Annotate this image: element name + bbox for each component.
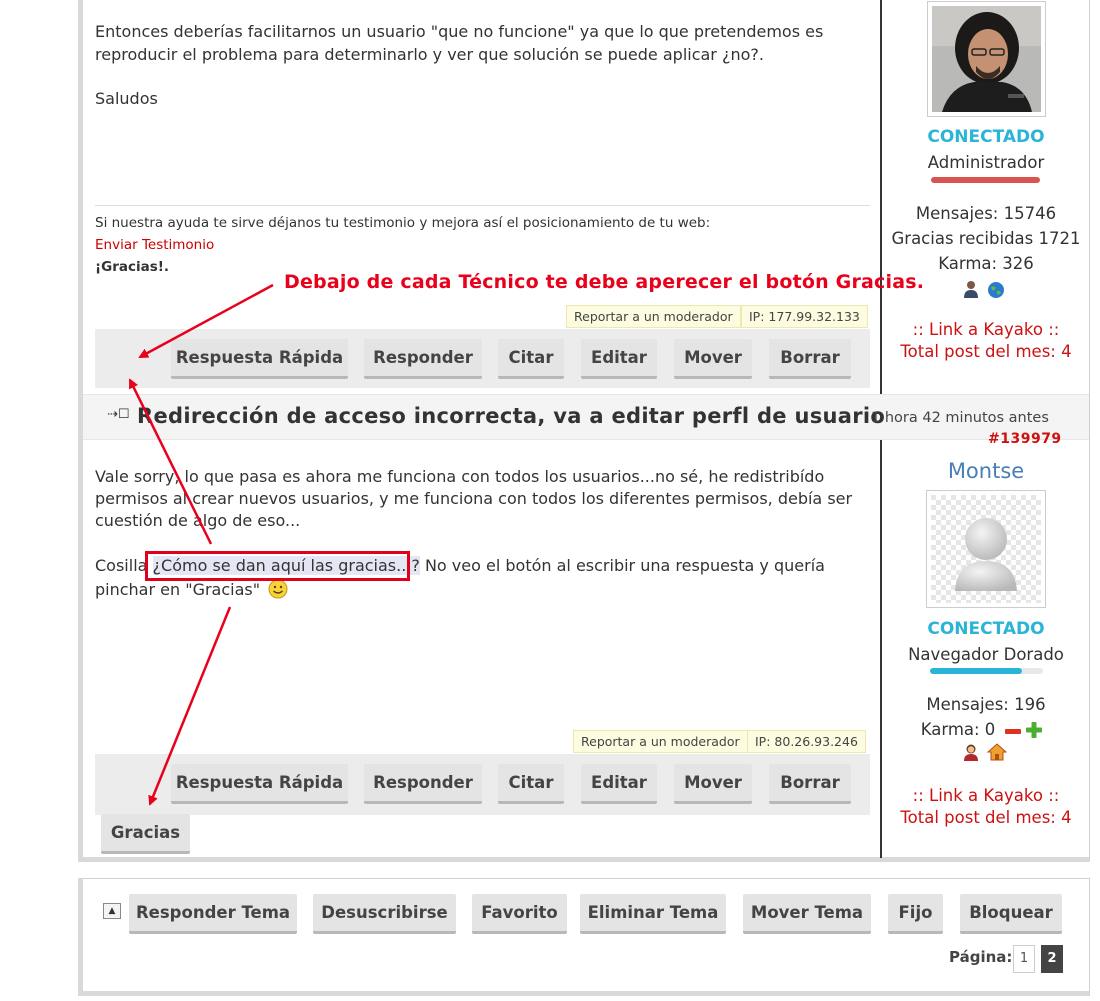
author-rank: Navegador Dorado	[908, 645, 1064, 664]
page-current[interactable]: 2	[1041, 945, 1063, 973]
online-status: CONECTADO	[927, 127, 1045, 147]
sticky-button[interactable]: Fijo	[888, 894, 943, 934]
reply-topic-button[interactable]: Responder Tema	[129, 894, 297, 934]
kayako-link[interactable]: :: Link a Kayako ::	[886, 320, 1086, 339]
post-message-line: Entonces deberías facilitarnos un usuari…	[95, 22, 824, 41]
post-message-line: cuestión de algo de eso...	[95, 511, 301, 530]
quote-button[interactable]: Citar	[498, 764, 564, 804]
karma-plus-icon[interactable]	[1025, 721, 1043, 739]
signature-text: Si nuestra ayuda te sirve déjanos tu tes…	[95, 215, 711, 231]
post-link-icon[interactable]: ⇢☐	[107, 407, 130, 422]
quick-reply-button[interactable]: Respuesta Rápida	[171, 339, 348, 379]
move-button[interactable]: Mover	[674, 339, 752, 379]
post-message-line: pinchar en "Gracias"	[95, 579, 865, 602]
default-avatar-icon	[931, 495, 1041, 603]
delete-topic-button[interactable]: Eliminar Tema	[580, 894, 726, 934]
monthly-posts: Total post del mes: 4	[900, 342, 1072, 361]
signature-thanks: ¡Gracias!.	[95, 259, 170, 275]
post-message-line: permisos al crear nuevos usuarios, y me …	[95, 489, 853, 508]
author-messages: Mensajes: 196	[926, 695, 1046, 714]
globe-icon[interactable]	[987, 281, 1005, 299]
rank-bar	[931, 177, 1040, 183]
edit-button[interactable]: Editar	[581, 339, 657, 379]
author-avatar[interactable]	[927, 1, 1046, 117]
reply-button[interactable]: Responder	[364, 339, 482, 379]
thanks-button[interactable]: Gracias	[101, 814, 190, 854]
author-photo	[932, 6, 1041, 112]
post-subject[interactable]: Redirección de acceso incorrecta, va a e…	[137, 404, 885, 428]
column-divider	[880, 440, 882, 858]
kayako-link[interactable]: :: Link a Kayako ::	[886, 786, 1086, 805]
signature-divider	[95, 205, 870, 206]
pager-label: Página:	[949, 948, 1013, 966]
move-topic-button[interactable]: Mover Tema	[743, 894, 871, 934]
report-moderator-link[interactable]: Reportar a un moderador	[573, 730, 748, 753]
home-icon[interactable]	[987, 743, 1007, 761]
page-link-1[interactable]: 1	[1013, 945, 1035, 973]
karma-minus-icon[interactable]	[1004, 723, 1022, 739]
lock-button[interactable]: Bloquear	[960, 894, 1062, 934]
smiley-icon	[268, 579, 288, 599]
report-moderator-link[interactable]: Reportar a un moderador	[566, 305, 741, 328]
ip-badge: IP: 177.99.32.133	[741, 305, 868, 328]
post-number[interactable]: #139979	[988, 431, 1062, 447]
move-button[interactable]: Mover	[674, 764, 752, 804]
favorite-button[interactable]: Favorito	[472, 894, 567, 934]
post-message-line: Vale sorry, lo que pasa es ahora me func…	[95, 467, 825, 486]
collapse-icon[interactable]: ▲	[103, 903, 121, 919]
post-time: 1 hora 42 minutos antes	[871, 410, 1049, 426]
ip-badge: IP: 80.26.93.246	[747, 730, 866, 753]
unsubscribe-button[interactable]: Desuscribirse	[313, 894, 456, 934]
author-messages: Mensajes: 15746	[915, 204, 1057, 223]
reply-button[interactable]: Responder	[364, 764, 482, 804]
author-thanks-received: Gracias recibidas 1721	[891, 229, 1081, 248]
author-name[interactable]: Montse	[886, 459, 1086, 483]
rank-bar	[930, 668, 1022, 674]
monthly-posts: Total post del mes: 4	[900, 808, 1072, 827]
post-message-line: Saludos	[95, 89, 158, 108]
quote-button[interactable]: Citar	[498, 339, 564, 379]
delete-button[interactable]: Borrar	[769, 339, 851, 379]
post-message-line: reproducir el problema para determinarlo…	[95, 45, 764, 64]
female-user-icon[interactable]	[962, 743, 980, 761]
edit-button[interactable]: Editar	[581, 764, 657, 804]
delete-button[interactable]: Borrar	[769, 764, 851, 804]
column-divider	[880, 0, 882, 395]
author-avatar[interactable]	[926, 490, 1046, 608]
author-rank: Administrador	[927, 153, 1045, 172]
user-icon[interactable]	[962, 280, 980, 298]
online-status: CONECTADO	[927, 619, 1045, 639]
testimonial-link[interactable]: Enviar Testimonio	[95, 237, 214, 253]
highlight-box	[145, 551, 410, 581]
annotation-text: Debajo de cada Técnico te debe aperecer …	[284, 271, 925, 293]
quick-reply-button[interactable]: Respuesta Rápida	[171, 764, 348, 804]
